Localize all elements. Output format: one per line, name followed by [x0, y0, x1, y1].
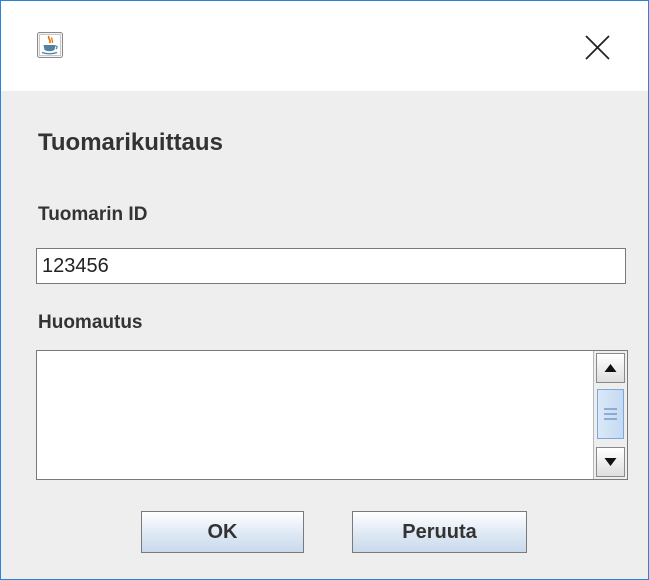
java-cup-icon [37, 32, 63, 58]
scroll-up-button[interactable] [596, 353, 625, 383]
dialog-content: Tuomarikuittaus Tuomarin ID Huomautus [1, 91, 648, 579]
note-label: Huomautus [38, 312, 143, 333]
title-bar [1, 1, 648, 91]
judge-id-input[interactable] [36, 248, 626, 284]
ok-button[interactable]: OK [141, 511, 304, 553]
note-textarea-container [36, 350, 628, 480]
arrow-down-icon [604, 458, 617, 466]
close-button[interactable] [576, 27, 620, 67]
scroll-down-button[interactable] [596, 447, 625, 477]
judge-id-label: Tuomarin ID [38, 204, 148, 225]
arrow-up-icon [604, 364, 617, 372]
note-scrollbar[interactable] [593, 351, 627, 479]
cancel-button[interactable]: Peruuta [352, 511, 527, 553]
grip-icon [604, 408, 617, 420]
dialog-window: Tuomarikuittaus Tuomarin ID Huomautus [0, 0, 649, 580]
close-x-icon [585, 35, 610, 60]
note-textarea[interactable] [37, 351, 593, 479]
scroll-thumb[interactable] [597, 389, 624, 439]
dialog-heading: Tuomarikuittaus [38, 129, 223, 156]
